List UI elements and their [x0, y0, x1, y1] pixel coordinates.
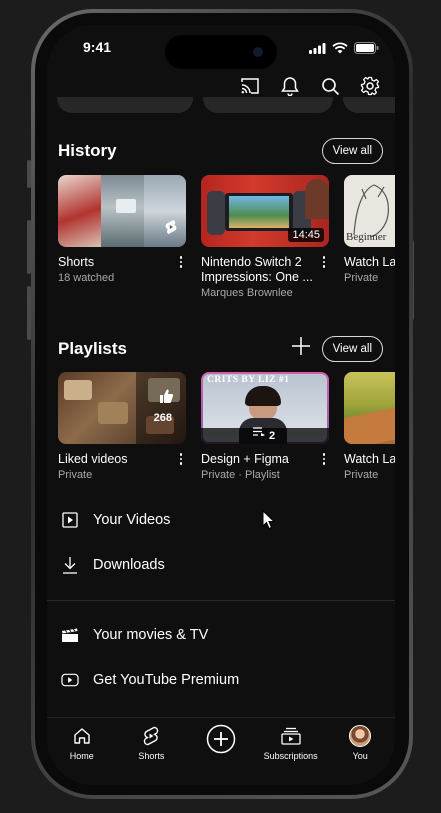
- card-title: Watch La: [344, 255, 395, 269]
- history-carousel: Shorts 18 watched 14:45 Nintendo Switch …: [58, 175, 395, 299]
- history-view-all-button[interactable]: View all: [321, 138, 383, 164]
- playlists-header: Playlists View all: [58, 335, 383, 362]
- more-options-icon[interactable]: [176, 453, 186, 467]
- settings-gear-icon[interactable]: [359, 75, 381, 97]
- avatar: [349, 724, 372, 748]
- video-thumbnail: 14:45: [201, 175, 329, 247]
- subscriptions-icon: [280, 724, 301, 748]
- card-title: Nintendo Switch 2 Impressions: One ...: [201, 255, 313, 284]
- nav-shorts[interactable]: Shorts: [118, 724, 184, 785]
- create-plus-icon: [206, 724, 236, 754]
- dynamic-island: [165, 35, 277, 69]
- card-title: Shorts: [58, 255, 95, 269]
- history-card-shorts[interactable]: Shorts 18 watched: [58, 175, 186, 299]
- battery-icon: [354, 41, 379, 59]
- card-subtitle: Private: [344, 272, 379, 284]
- notifications-icon[interactable]: [279, 75, 301, 97]
- chip-more[interactable]: [343, 97, 395, 113]
- home-icon: [73, 724, 91, 748]
- shorts-logo-icon: [164, 219, 178, 240]
- chip-share[interactable]: [203, 97, 333, 113]
- playlist-card-design-figma[interactable]: CRITS BY LIZ #1 2 Design + Figma Private…: [201, 372, 329, 481]
- menu-movies-tv[interactable]: Your movies & TV: [47, 615, 395, 655]
- history-card-watch-later[interactable]: Beginner Watch La Private: [344, 175, 395, 299]
- card-title: Design + Figma: [201, 452, 289, 466]
- bottom-navigation: Home Shorts Subscriptions You: [47, 717, 395, 785]
- thumb-caption: CRITS BY LIZ #1: [207, 375, 290, 385]
- history-header: History View all: [58, 138, 383, 164]
- nav-label: Shorts: [138, 751, 165, 761]
- more-options-icon[interactable]: [176, 256, 186, 270]
- duration-badge: 14:45: [288, 228, 324, 242]
- nav-label: Subscriptions: [263, 751, 318, 761]
- card-subtitle: Private: [344, 469, 379, 481]
- download-icon: [61, 556, 79, 574]
- status-bar: 9:41: [47, 25, 395, 69]
- youtube-logo-icon: [61, 671, 79, 689]
- playlist-count: 268: [153, 412, 172, 424]
- menu-downloads[interactable]: Downloads: [47, 545, 395, 585]
- signal-icon: [309, 41, 326, 59]
- card-subtitle: Private: [58, 469, 93, 481]
- playlist-queue-icon: [253, 423, 265, 441]
- card-title: Watch La: [344, 452, 395, 466]
- mouse-cursor-icon: [262, 509, 276, 535]
- playlist-thumbnail: 268: [58, 372, 186, 444]
- playlist-card-watch-later[interactable]: Watch La Private: [344, 372, 395, 481]
- card-subtitle: 18 watched: [58, 272, 115, 284]
- playlists-view-all-button[interactable]: View all: [321, 335, 383, 362]
- card-subtitle: Marques Brownlee: [201, 287, 293, 299]
- more-options-icon[interactable]: [319, 453, 329, 467]
- menu-label: Your Videos: [93, 512, 171, 528]
- card-subtitle: Private · Playlist: [201, 469, 280, 481]
- video-thumbnail: Beginner: [344, 175, 395, 247]
- add-playlist-icon[interactable]: [290, 335, 312, 362]
- card-title: Liked videos: [58, 452, 128, 466]
- section-divider: [47, 600, 395, 601]
- top-app-bar: [239, 75, 381, 97]
- like-thumb-icon: [158, 388, 174, 409]
- history-card-nintendo[interactable]: 14:45 Nintendo Switch 2 Impressions: One…: [201, 175, 329, 299]
- nav-subscriptions[interactable]: Subscriptions: [258, 724, 324, 785]
- playlist-thumbnail: [344, 372, 395, 444]
- shorts-icon: [143, 724, 159, 748]
- playlist-thumbnail: CRITS BY LIZ #1 2: [201, 372, 329, 444]
- status-time: 9:41: [83, 39, 112, 55]
- playlists-carousel: 268 Liked videos Private CRITS BY LIZ #1…: [58, 372, 395, 481]
- menu-label: Your movies & TV: [93, 627, 209, 643]
- app-screen: 9:41 History View all Shorts 18 watched …: [47, 25, 395, 785]
- nav-label: You: [352, 751, 368, 761]
- wifi-icon: [332, 41, 348, 59]
- nav-label: Home: [69, 751, 94, 761]
- nav-you[interactable]: You: [327, 724, 393, 785]
- menu-label: Downloads: [93, 557, 165, 573]
- menu-youtube-premium[interactable]: Get YouTube Premium: [47, 660, 395, 700]
- playlist-card-liked[interactable]: 268 Liked videos Private: [58, 372, 186, 481]
- playlists-title: Playlists: [58, 338, 127, 358]
- play-box-icon: [61, 511, 79, 529]
- clapperboard-icon: [61, 626, 79, 644]
- search-icon[interactable]: [319, 75, 341, 97]
- thumb-text: Beginner: [346, 231, 387, 243]
- playlist-count: 2: [269, 430, 276, 442]
- history-title: History: [58, 141, 117, 160]
- nav-create[interactable]: [188, 724, 254, 785]
- chip-clip[interactable]: [57, 97, 193, 113]
- shorts-thumbnail: [58, 175, 186, 247]
- more-options-icon[interactable]: [319, 256, 329, 270]
- nav-home[interactable]: Home: [49, 724, 115, 785]
- quick-action-chips: [57, 97, 395, 115]
- menu-your-videos[interactable]: Your Videos: [47, 500, 395, 540]
- menu-label: Get YouTube Premium: [93, 672, 240, 688]
- cast-icon[interactable]: [239, 75, 261, 97]
